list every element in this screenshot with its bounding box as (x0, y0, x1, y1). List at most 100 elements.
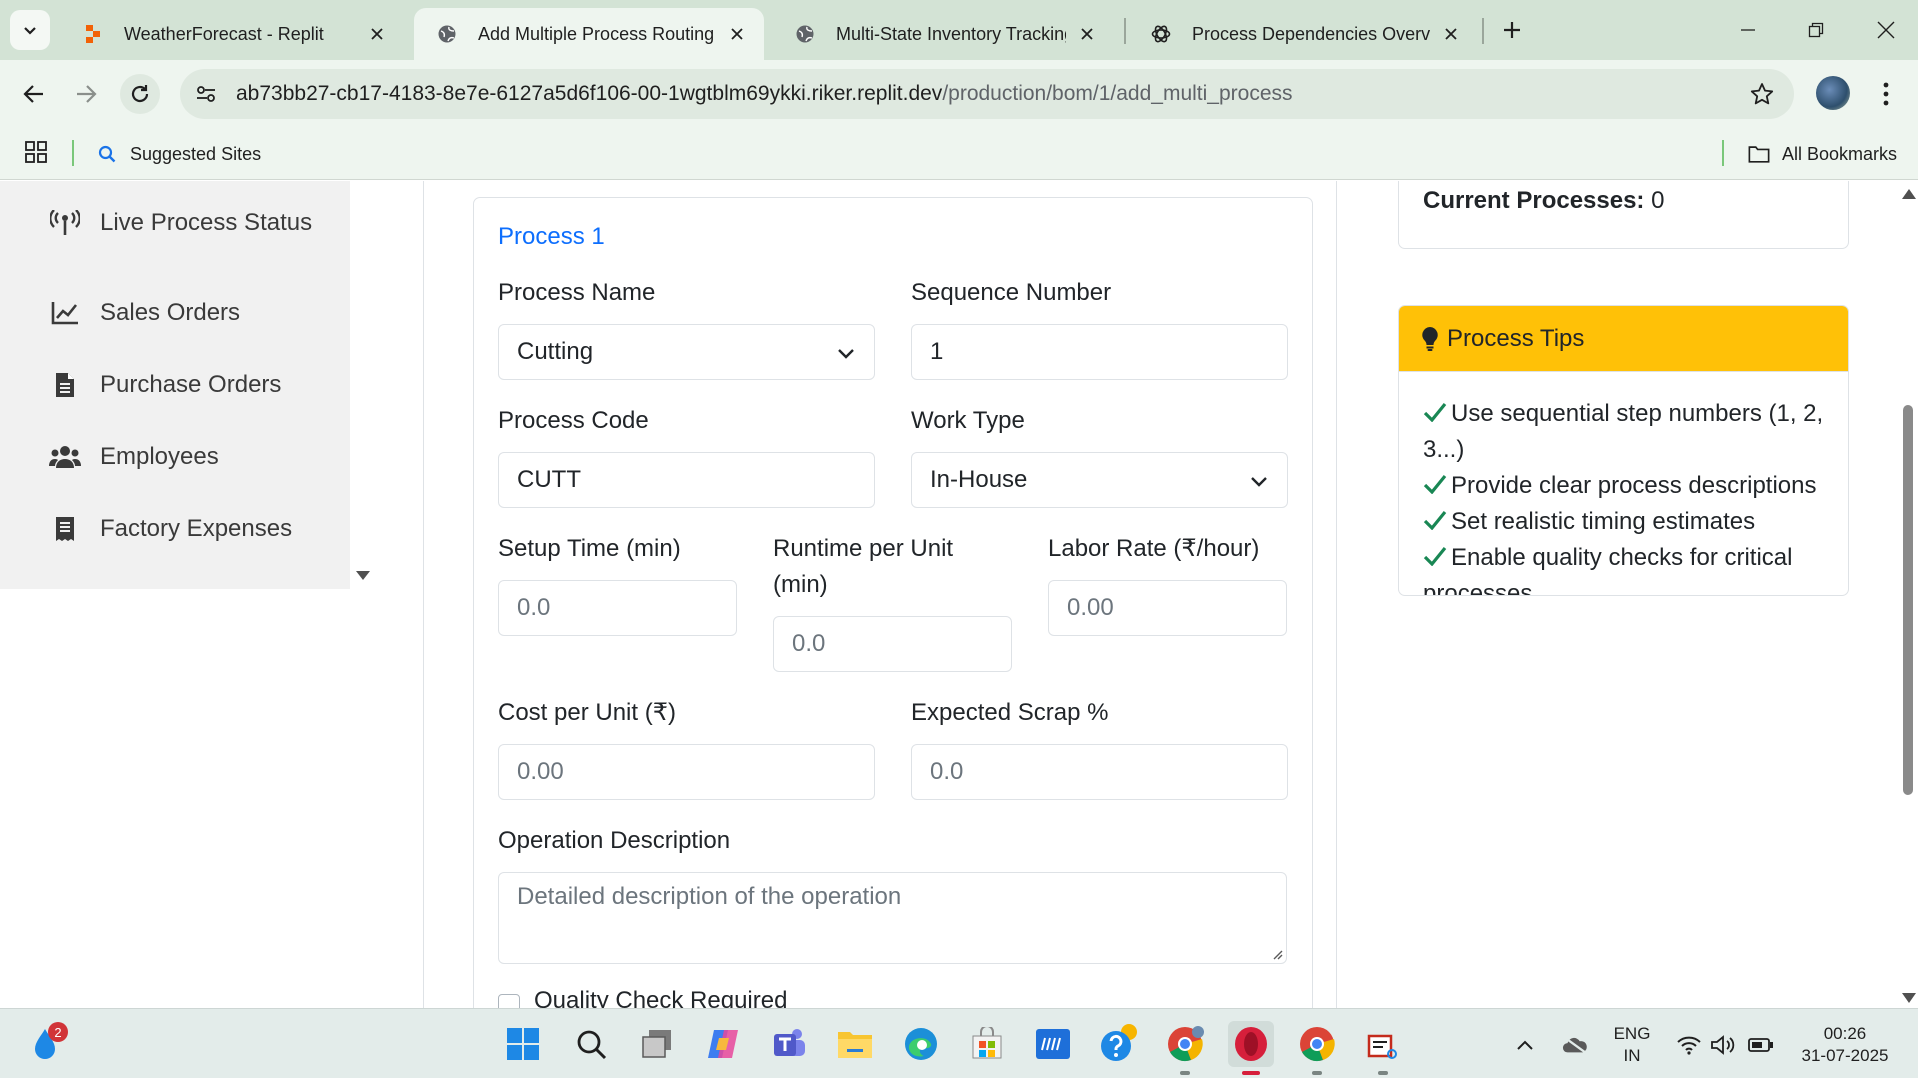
url-host: ab73bb27-cb17-4183-8e7e-6127a5d6f106-00-… (236, 82, 943, 105)
search-icon (577, 1030, 607, 1060)
resize-grip-icon[interactable] (1271, 948, 1283, 960)
new-tab-button[interactable] (1496, 14, 1528, 46)
process-name-select[interactable]: Cutting (498, 324, 875, 380)
tab-separator (1124, 18, 1126, 44)
sidebar-item-sales-orders[interactable]: Sales Orders (48, 293, 240, 333)
expected-scrap-label: Expected Scrap % (911, 699, 1109, 726)
close-window-button[interactable] (1866, 14, 1906, 46)
sidebar-scrollbar[interactable] (350, 181, 376, 589)
tip-text: Enable quality checks for critical proce… (1423, 544, 1793, 596)
all-bookmarks-button[interactable]: All Bookmarks (1748, 138, 1897, 170)
labor-rate-placeholder: 0.00 (1067, 594, 1114, 621)
onedrive-icon[interactable] (1562, 1033, 1588, 1057)
tab-title: WeatherForecast - Replit (124, 23, 324, 44)
sequence-number-value: 1 (930, 338, 944, 365)
language-indicator[interactable]: ENG IN (1612, 1023, 1652, 1067)
bookmark-suggested-sites[interactable]: Suggested Sites (96, 138, 261, 170)
store-icon (972, 1027, 1002, 1059)
setup-time-label: Setup Time (min) (498, 535, 681, 562)
sidebar-item-live-process-status[interactable]: Live Process Status (48, 203, 312, 243)
reload-button[interactable] (120, 74, 160, 114)
microsoft-store-app[interactable] (964, 1021, 1010, 1067)
close-icon[interactable] (366, 23, 388, 45)
teams-app[interactable] (766, 1021, 812, 1067)
tab-process-dependencies[interactable]: Process Dependencies Overview (1128, 8, 1478, 60)
taskbar-search-button[interactable] (568, 1021, 614, 1067)
tab-add-multiple-process[interactable]: Add Multiple Process Routing - (414, 8, 764, 60)
more-vertical-icon (1883, 82, 1889, 106)
app-running-indicator (1378, 1071, 1388, 1075)
file-explorer-app[interactable] (832, 1021, 878, 1067)
sidebar-item-factory-expenses[interactable]: Factory Expenses (48, 509, 292, 549)
task-view-icon (642, 1030, 671, 1058)
site-settings-icon[interactable] (186, 74, 226, 114)
quality-check-checkbox[interactable] (498, 994, 520, 1008)
globe-icon (794, 23, 816, 45)
runtime-per-unit-input[interactable]: 0.0 (773, 616, 1012, 672)
bookmark-label: Suggested Sites (130, 143, 262, 164)
chrome-app[interactable] (1162, 1021, 1208, 1067)
process-code-input[interactable]: CUTT (498, 452, 875, 508)
scroll-up-arrow-icon[interactable] (1902, 189, 1916, 199)
app-running-indicator (1312, 1071, 1322, 1075)
sidebar-item-purchase-orders[interactable]: Purchase Orders (48, 365, 281, 405)
scroll-down-arrow-icon[interactable] (356, 571, 370, 580)
battery-icon[interactable] (1748, 1033, 1774, 1057)
close-icon[interactable] (1440, 23, 1462, 45)
back-button[interactable] (14, 74, 54, 114)
restore-button[interactable] (1796, 14, 1836, 46)
browser-menu-button[interactable] (1870, 74, 1902, 114)
process-heading: Process 1 (498, 223, 605, 250)
operation-description-textarea[interactable]: Detailed description of the operation (498, 872, 1287, 964)
wifi-icon[interactable] (1676, 1033, 1702, 1057)
profile-avatar[interactable] (1816, 76, 1850, 110)
opera-app[interactable] (1228, 1021, 1274, 1067)
sidebar-item-employees[interactable]: Employees (48, 437, 219, 477)
restore-icon (1808, 22, 1824, 38)
scroll-thumb[interactable] (1903, 405, 1913, 795)
chevron-up-icon (1517, 1040, 1533, 1050)
tab-multi-state-inventory[interactable]: Multi-State Inventory Tracking (772, 8, 1114, 60)
show-hidden-icons-button[interactable] (1512, 1033, 1538, 1057)
copilot-app[interactable] (700, 1021, 746, 1067)
process-tips-card: Process Tips Use sequential step numbers… (1398, 305, 1849, 596)
cost-per-unit-input[interactable]: 0.00 (498, 744, 875, 800)
task-view-button[interactable] (634, 1021, 680, 1067)
openai-icon (1150, 23, 1172, 45)
folder-icon (1748, 143, 1770, 165)
apps-grid-icon[interactable] (24, 140, 52, 168)
work-type-select[interactable]: In-House (911, 452, 1288, 508)
minimize-button[interactable] (1728, 14, 1768, 46)
chrome-app-2[interactable] (1294, 1021, 1340, 1067)
close-icon[interactable] (1076, 23, 1098, 45)
opera-icon (1235, 1027, 1267, 1061)
myhp-app[interactable] (1030, 1021, 1076, 1067)
region-code: IN (1623, 1046, 1641, 1065)
tab-title: Multi-State Inventory Tracking (836, 23, 1066, 44)
minimize-icon (1741, 29, 1755, 31)
volume-icon[interactable] (1710, 1033, 1736, 1057)
check-icon (1423, 510, 1447, 530)
bookmark-label: All Bookmarks (1782, 143, 1898, 164)
help-app[interactable] (1096, 1021, 1142, 1067)
close-icon[interactable] (726, 23, 748, 45)
runtime-per-unit-placeholder: 0.0 (792, 630, 826, 657)
address-bar[interactable]: ab73bb27-cb17-4183-8e7e-6127a5d6f106-00-… (180, 69, 1794, 119)
expected-scrap-input[interactable]: 0.0 (911, 744, 1288, 800)
edge-app[interactable] (898, 1021, 944, 1067)
sequence-number-input[interactable]: 1 (911, 324, 1288, 380)
forward-button[interactable] (66, 74, 106, 114)
snipping-tool-app[interactable] (1360, 1021, 1406, 1067)
bookmarks-divider (1722, 140, 1724, 166)
start-button[interactable] (500, 1021, 546, 1067)
page-scrollbar[interactable] (1898, 181, 1918, 1008)
broadcast-icon (48, 208, 82, 238)
tab-weatherforecast[interactable]: WeatherForecast - Replit (60, 8, 404, 60)
tab-search-button[interactable] (10, 10, 50, 50)
setup-time-input[interactable]: 0.0 (498, 580, 737, 636)
clock[interactable]: 00:26 31-07-2025 (1790, 1023, 1900, 1067)
check-icon (1423, 546, 1447, 566)
scroll-down-arrow-icon[interactable] (1902, 993, 1916, 1003)
labor-rate-input[interactable]: 0.00 (1048, 580, 1287, 636)
bookmark-star-icon[interactable] (1746, 78, 1778, 110)
